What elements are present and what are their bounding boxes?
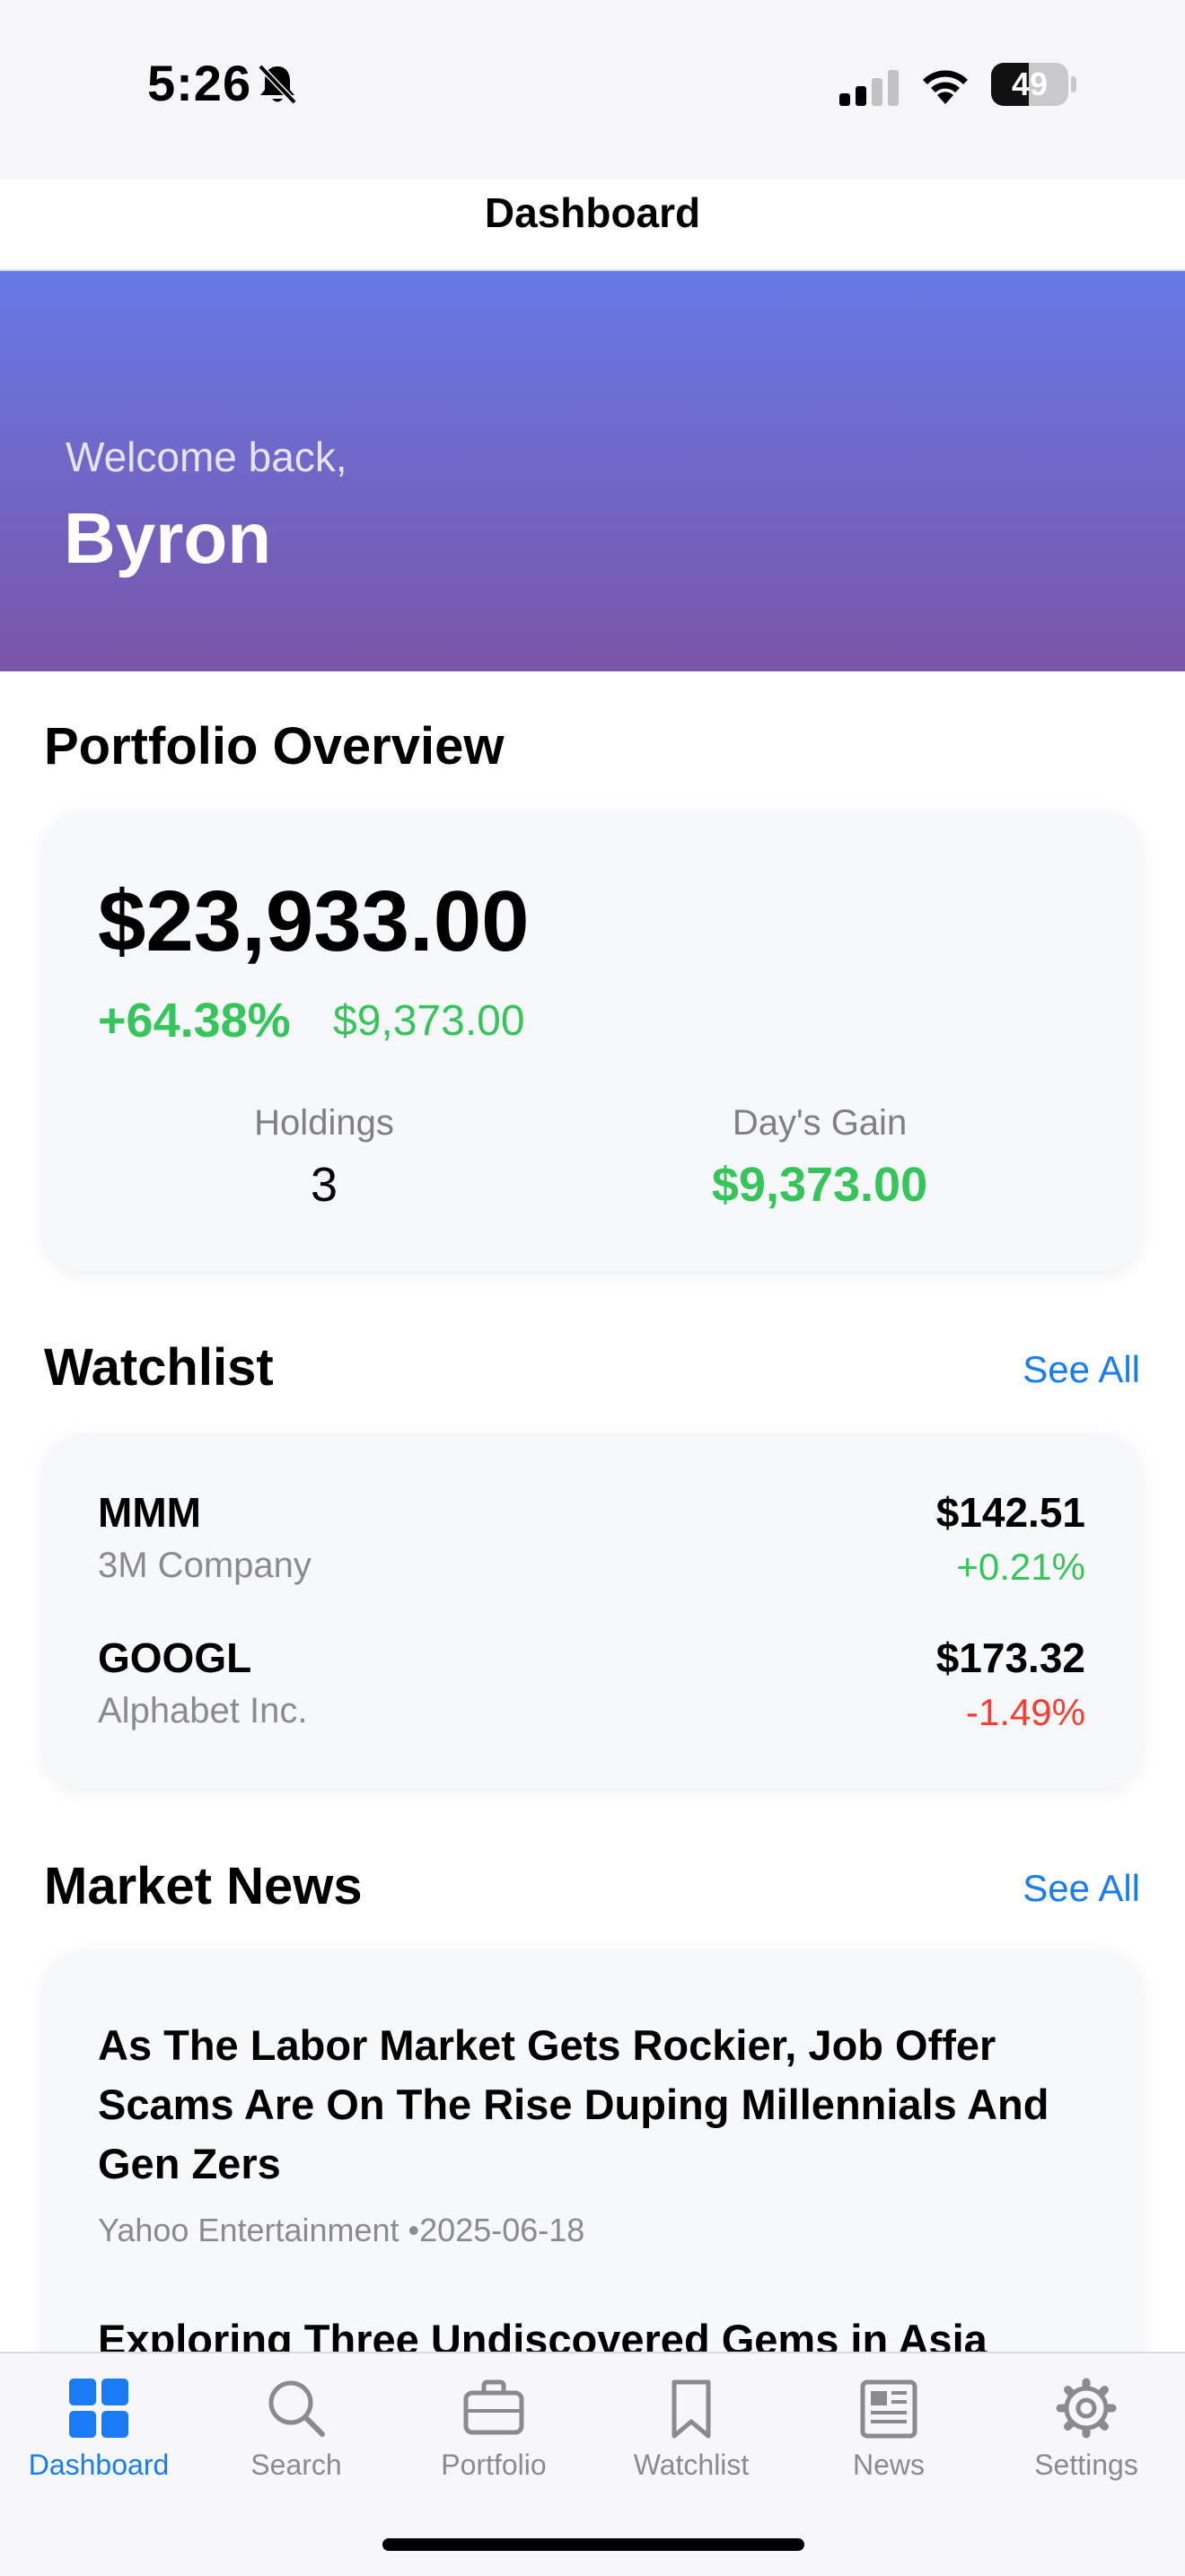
news-meta: Yahoo Entertainment •2025-06-18 (98, 2212, 585, 2248)
search-icon (268, 2380, 325, 2437)
tab-news[interactable]: News (790, 2377, 988, 2502)
watchlist-row[interactable]: GOOGL Alphabet Inc. $173.32 -1.49% (98, 1634, 1085, 1741)
tab-label: Settings (1034, 2449, 1138, 2481)
home-indicator[interactable] (382, 2538, 804, 2551)
tab-label: Watchlist (633, 2449, 750, 2481)
watchlist-see-all-link[interactable]: See All (1023, 1348, 1140, 1391)
tab-label: News (852, 2449, 925, 2481)
tab-watchlist[interactable]: Watchlist (592, 2377, 790, 2502)
welcome-greeting: Welcome back, (66, 434, 347, 480)
watchlist-card: MMM 3M Company $142.51 +0.21% GOOGL Alph… (44, 1434, 1141, 1788)
tab-dashboard[interactable]: Dashboard (0, 2377, 198, 2502)
gear-icon (1056, 2378, 1117, 2439)
tab-search[interactable]: Search (198, 2377, 395, 2502)
stock-price: $142.51 (935, 1489, 1085, 1536)
cellular-signal-icon (839, 70, 900, 110)
stock-name: Alphabet Inc. (98, 1691, 308, 1730)
news-see-all-link[interactable]: See All (1023, 1867, 1140, 1910)
stock-price: $173.32 (935, 1634, 1085, 1681)
days-gain-label: Day's Gain (732, 1103, 908, 1143)
stock-symbol: MMM (98, 1489, 201, 1536)
page-title: Dashboard (484, 189, 701, 236)
watchlist-title: Watchlist (44, 1338, 274, 1397)
tab-label: Portfolio (441, 2449, 547, 2481)
portfolio-card[interactable]: $23,933.00 +64.38% $9,373.00 Holdings 3 … (44, 811, 1141, 1271)
portfolio-amount-change: $9,373.00 (333, 997, 525, 1045)
stock-symbol: GOOGL (98, 1634, 252, 1681)
stock-change: +0.21% (956, 1546, 1085, 1588)
tab-settings[interactable]: Settings (988, 2377, 1185, 2502)
portfolio-overview-title: Portfolio Overview (44, 717, 505, 775)
tab-portfolio[interactable]: Portfolio (395, 2377, 592, 2502)
welcome-banner: Welcome back, Byron (0, 271, 1185, 671)
portfolio-total-value: $23,933.00 (98, 873, 530, 969)
status-time: 5:26 (147, 55, 252, 111)
newspaper-icon (860, 2379, 917, 2439)
bookmark-icon (672, 2379, 711, 2439)
holdings-value: 3 (310, 1158, 338, 1212)
battery-level-text: 49 (1011, 66, 1049, 102)
portfolio-percent-change: +64.38% (98, 994, 291, 1047)
holdings-label: Holdings (254, 1103, 394, 1143)
user-name: Byron (64, 498, 272, 578)
days-gain-value: $9,373.00 (711, 1158, 928, 1212)
tab-label: Search (250, 2449, 342, 2481)
wifi-icon (917, 65, 973, 110)
news-headline[interactable]: As The Labor Market Gets Rockier, Job Of… (98, 2016, 1094, 2194)
status-bar: 5:26 49 Dashboard (0, 0, 1185, 236)
bell-slash-icon (257, 63, 298, 110)
tab-label: Dashboard (28, 2449, 170, 2481)
stock-change: -1.49% (965, 1691, 1085, 1733)
battery-indicator: 49 (991, 63, 1077, 106)
briefcase-icon (463, 2379, 524, 2435)
grid-icon (69, 2379, 128, 2438)
watchlist-row[interactable]: MMM 3M Company $142.51 +0.21% (98, 1488, 1085, 1596)
stock-name: 3M Company (98, 1546, 312, 1585)
market-news-title: Market News (44, 1857, 363, 1915)
